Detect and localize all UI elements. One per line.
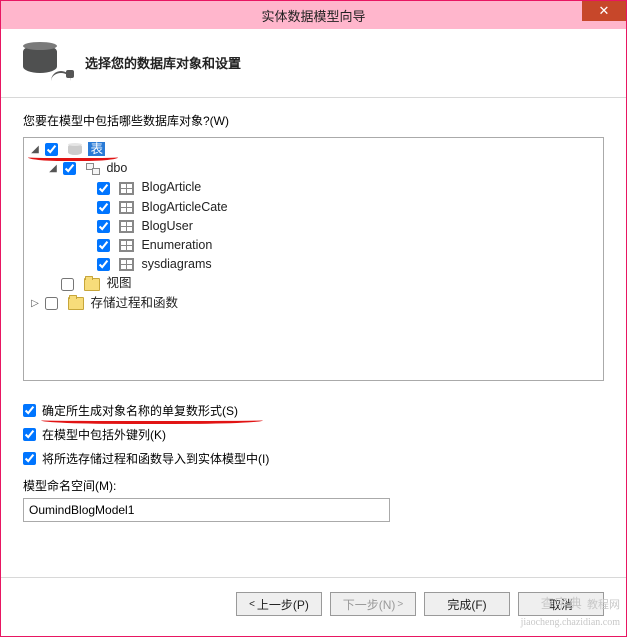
folder-icon	[84, 278, 100, 291]
expand-icon[interactable]: ◢	[48, 159, 58, 178]
chevron-left-icon: <	[249, 599, 255, 610]
table-checkbox[interactable]	[97, 220, 110, 233]
table-label: BlogArticle	[141, 181, 201, 195]
finish-button-label: 完成(F)	[447, 596, 486, 613]
option-import-sprocs-row: 将所选存储过程和函数导入到实体模型中(I)	[23, 450, 604, 467]
wizard-header: 选择您的数据库对象和设置	[1, 29, 626, 98]
schema-checkbox[interactable]	[63, 162, 76, 175]
tree-node-tables-root[interactable]: ◢ 表	[26, 140, 601, 159]
tree-node-sprocs[interactable]: ▷ 存储过程和函数	[26, 294, 601, 313]
pluralize-label: 确定所生成对象名称的单复数形式(S)	[42, 402, 238, 419]
table-icon	[119, 182, 134, 195]
wizard-footer: < 上一步(P) 下一步(N) > 完成(F) 取消	[1, 577, 626, 636]
table-checkbox[interactable]	[97, 201, 110, 214]
finish-button[interactable]: 完成(F)	[424, 592, 510, 616]
cancel-button[interactable]: 取消	[518, 592, 604, 616]
option-include-fk-row: 在模型中包括外键列(K)	[23, 426, 604, 443]
window-title: 实体数据模型向导	[261, 6, 365, 25]
option-pluralize-row: 确定所生成对象名称的单复数形式(S)	[23, 402, 604, 419]
table-icon	[119, 220, 134, 233]
import-sprocs-checkbox[interactable]	[23, 452, 36, 465]
import-sprocs-label: 将所选存储过程和函数导入到实体模型中(I)	[42, 450, 269, 467]
next-button: 下一步(N) >	[330, 592, 416, 616]
table-label: Enumeration	[141, 238, 212, 252]
table-label: sysdiagrams	[141, 257, 211, 271]
wizard-subtitle: 选择您的数据库对象和设置	[85, 53, 241, 72]
table-icon	[119, 258, 134, 271]
schema-icon	[86, 163, 100, 175]
cancel-button-label: 取消	[549, 596, 573, 613]
table-checkbox[interactable]	[97, 258, 110, 271]
chevron-right-icon: >	[397, 599, 403, 610]
folder-icon	[68, 297, 84, 310]
close-icon: ✕	[599, 3, 610, 19]
tree-node-table[interactable]: ▸ BlogArticleCate	[26, 198, 601, 217]
namespace-label: 模型命名空间(M):	[23, 477, 604, 494]
titlebar: 实体数据模型向导 ✕	[1, 1, 626, 29]
tree-node-table[interactable]: ▸ BlogArticle	[26, 178, 601, 197]
database-small-icon	[68, 144, 82, 155]
pluralize-checkbox[interactable]	[23, 404, 36, 417]
views-label: 视图	[106, 277, 131, 291]
tree-node-views[interactable]: ▸ 视图	[26, 274, 601, 293]
views-checkbox[interactable]	[61, 278, 74, 291]
sprocs-checkbox[interactable]	[45, 297, 58, 310]
tree-node-table[interactable]: ▸ BlogUser	[26, 217, 601, 236]
database-icon	[23, 45, 65, 79]
sprocs-label: 存储过程和函数	[90, 296, 178, 310]
table-label: BlogUser	[141, 219, 192, 233]
table-icon	[119, 201, 134, 214]
wizard-content: 您要在模型中包括哪些数据库对象?(W) ◢ 表 ◢ dbo ▸ BlogArti…	[1, 98, 626, 577]
back-button[interactable]: < 上一步(P)	[236, 592, 322, 616]
next-button-label: 下一步(N)	[343, 596, 396, 613]
tables-root-label: 表	[88, 142, 105, 156]
back-button-label: 上一步(P)	[257, 596, 309, 613]
tree-node-schema-dbo[interactable]: ◢ dbo	[26, 159, 601, 178]
wizard-window: 实体数据模型向导 ✕ 选择您的数据库对象和设置 您要在模型中包括哪些数据库对象?…	[0, 0, 627, 637]
include-fk-checkbox[interactable]	[23, 428, 36, 441]
object-tree[interactable]: ◢ 表 ◢ dbo ▸ BlogArticle ▸ Bl	[23, 137, 604, 381]
collapse-icon[interactable]: ▷	[30, 294, 40, 313]
table-icon	[119, 239, 134, 252]
tree-node-table[interactable]: ▸ Enumeration	[26, 236, 601, 255]
namespace-input[interactable]	[23, 498, 390, 522]
close-button[interactable]: ✕	[582, 1, 626, 21]
table-label: BlogArticleCate	[141, 200, 227, 214]
table-checkbox[interactable]	[97, 182, 110, 195]
tables-root-checkbox[interactable]	[45, 143, 58, 156]
select-objects-label: 您要在模型中包括哪些数据库对象?(W)	[23, 112, 604, 129]
expand-icon[interactable]: ◢	[30, 140, 40, 159]
include-fk-label: 在模型中包括外键列(K)	[42, 426, 166, 443]
schema-label: dbo	[106, 161, 127, 175]
options-area: 确定所生成对象名称的单复数形式(S) 在模型中包括外键列(K) 将所选存储过程和…	[23, 395, 604, 522]
table-checkbox[interactable]	[97, 239, 110, 252]
tree-node-table[interactable]: ▸ sysdiagrams	[26, 255, 601, 274]
